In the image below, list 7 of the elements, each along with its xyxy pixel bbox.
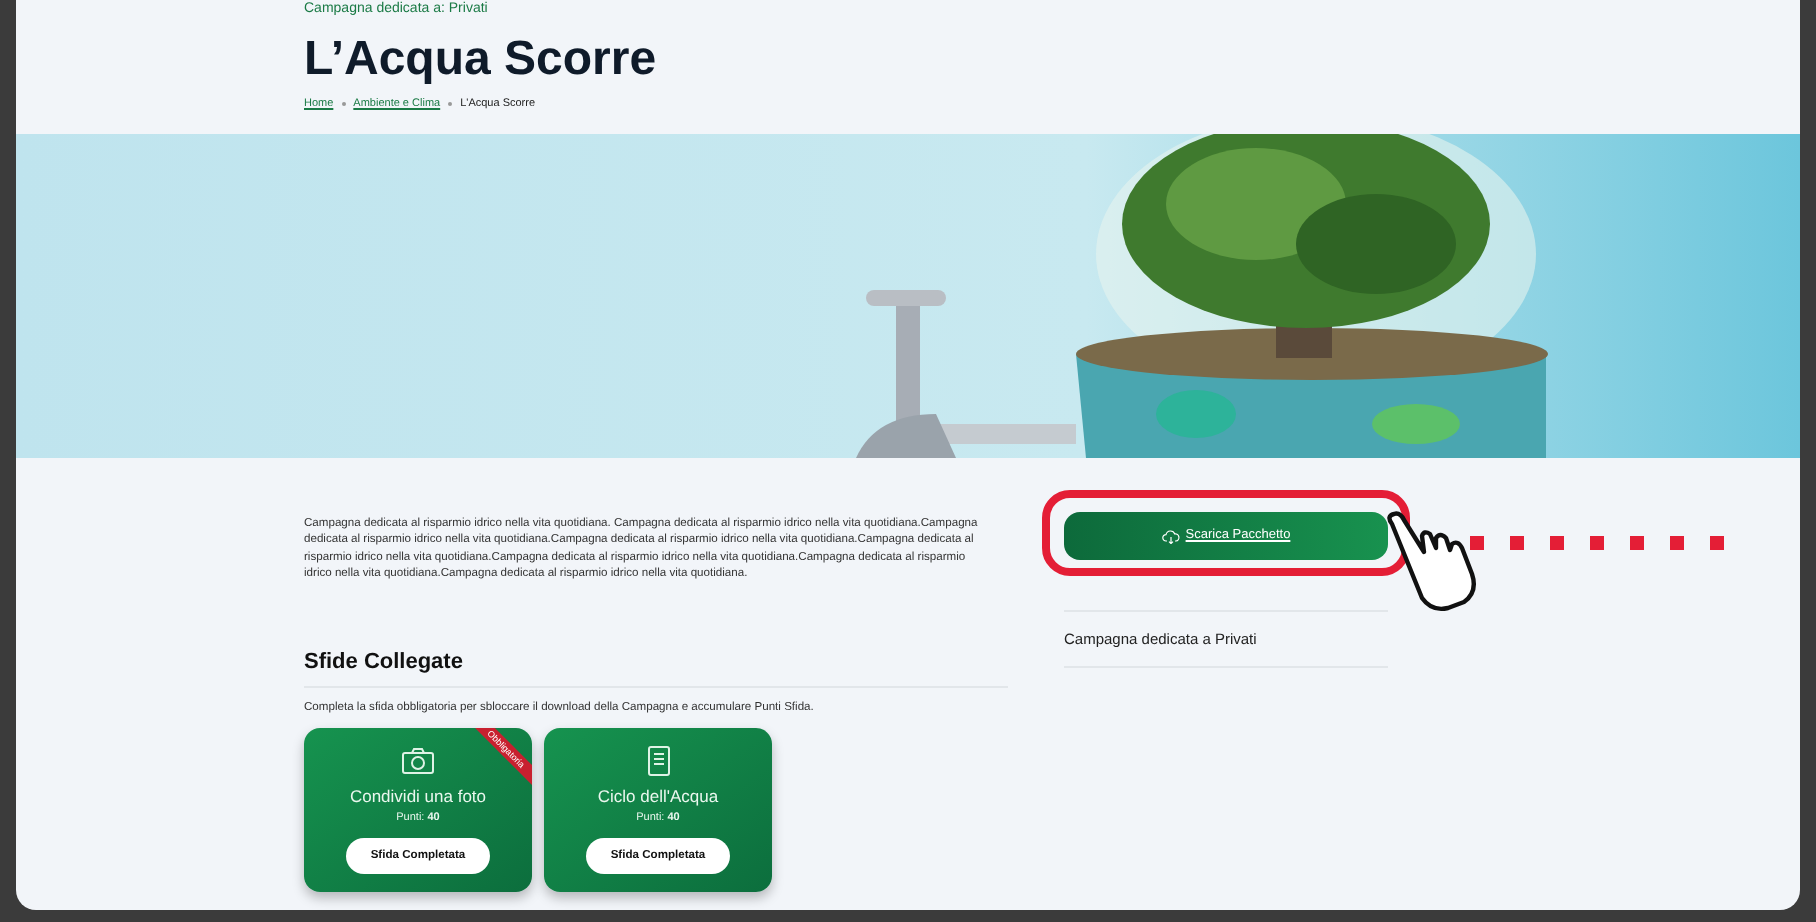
card-title: Ciclo dell'Acqua	[597, 785, 719, 806]
cloud-download-icon	[1161, 529, 1180, 543]
section-title: Sfide Collegate	[304, 645, 1008, 689]
card-title: Condividi una foto	[349, 785, 487, 806]
page-title: L’Acqua Scorre	[304, 32, 659, 88]
document-icon	[647, 746, 669, 777]
camera-icon	[402, 748, 434, 775]
